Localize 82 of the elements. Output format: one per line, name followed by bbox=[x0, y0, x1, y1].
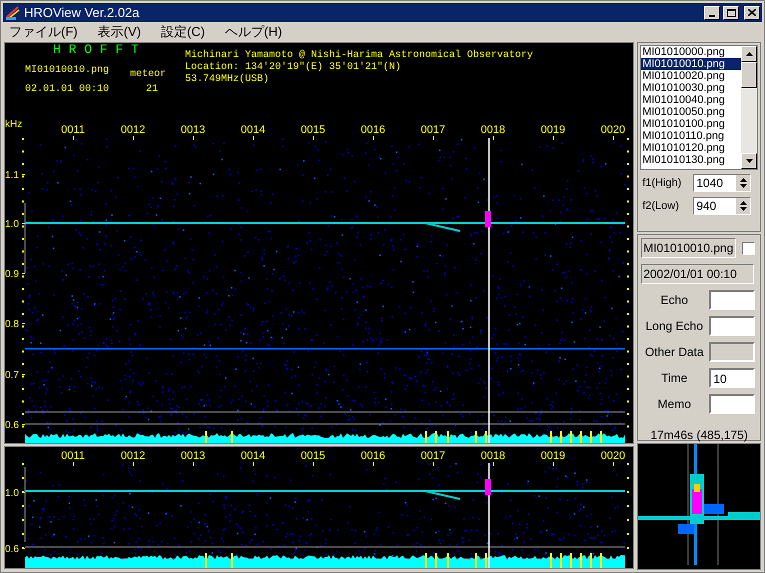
checkbox[interactable] bbox=[742, 242, 756, 254]
menu-item[interactable]: ヘルプ(H) bbox=[221, 22, 286, 42]
frequency-label: 1.0 bbox=[5, 488, 19, 499]
frequency-label: 1.0 bbox=[5, 219, 19, 230]
frequency-label: 0.6 bbox=[5, 420, 19, 431]
file-list-item[interactable]: MI01010020.png bbox=[641, 70, 741, 82]
spin-down-arrow-icon[interactable] bbox=[740, 184, 747, 188]
cursor-readout: 17m46s (485,175) bbox=[649, 427, 749, 444]
location-text: Location: 134'20'19"(E) 35'01'21"(N) bbox=[185, 62, 402, 74]
input-field[interactable] bbox=[709, 316, 756, 336]
time-label: 0020 bbox=[600, 124, 626, 136]
file-list-item[interactable]: MI01010030.png bbox=[641, 82, 741, 94]
time-label: 0013 bbox=[180, 450, 206, 462]
field-label: Other Data bbox=[644, 344, 705, 361]
spin-field[interactable]: 940 bbox=[693, 197, 752, 215]
field-label: f2(Low) bbox=[642, 198, 680, 214]
time-label: 0019 bbox=[540, 450, 566, 462]
time-label: 0014 bbox=[240, 450, 266, 462]
time-label: 0015 bbox=[300, 450, 326, 462]
scrollbar-thumb[interactable] bbox=[741, 62, 757, 88]
input-field[interactable] bbox=[709, 290, 756, 310]
input-field[interactable] bbox=[709, 394, 756, 414]
frequency-label: 0.8 bbox=[5, 319, 19, 330]
file-list-item[interactable]: MI01010120.png bbox=[641, 142, 741, 154]
spin-field[interactable]: 1040 bbox=[693, 174, 752, 192]
close-button[interactable] bbox=[744, 6, 760, 20]
frequency-text: 53.749MHz(USB) bbox=[185, 74, 270, 86]
file-list-item[interactable]: MI01010110.png bbox=[641, 130, 741, 142]
time-label: 0014 bbox=[240, 124, 266, 136]
menu-item[interactable]: 設定(C) bbox=[156, 22, 209, 42]
window-title: HROView Ver.2.02a bbox=[24, 6, 140, 19]
time-label: 0013 bbox=[180, 124, 206, 136]
spin-down-arrow-icon[interactable] bbox=[740, 207, 747, 211]
scroll-down-arrow-icon[interactable] bbox=[746, 159, 752, 163]
file-list-item[interactable]: MI01010050.png bbox=[641, 106, 741, 118]
type-label: meteor bbox=[130, 69, 166, 81]
scroll-up-arrow-icon[interactable] bbox=[746, 52, 752, 56]
frequency-label: 0.6 bbox=[5, 544, 19, 555]
frequency-label: 0.9 bbox=[5, 269, 19, 280]
field-label: Memo bbox=[656, 396, 692, 413]
menu-item[interactable]: ファイル(F) bbox=[5, 22, 82, 42]
file-name-field: MI01010010.png bbox=[641, 238, 736, 258]
time-label: 0016 bbox=[360, 450, 386, 462]
time-label: 0017 bbox=[420, 450, 446, 462]
time-label: 0020 bbox=[600, 450, 626, 462]
input-field[interactable]: 10 bbox=[709, 368, 756, 388]
field-label: Long Echo bbox=[644, 318, 704, 335]
minimize-button[interactable] bbox=[704, 6, 720, 20]
time-label: 0016 bbox=[360, 124, 386, 136]
spin-up-arrow-icon[interactable] bbox=[740, 201, 747, 205]
frequency-label: 1.1 bbox=[5, 170, 19, 181]
field-label: Echo bbox=[660, 292, 689, 309]
time-label: 0015 bbox=[300, 124, 326, 136]
time-label: 0019 bbox=[540, 124, 566, 136]
file-list-item[interactable]: MI01010000.png bbox=[641, 46, 741, 58]
maximize-button[interactable] bbox=[723, 6, 739, 20]
file-list-item[interactable]: MI01010130.png bbox=[641, 154, 741, 166]
app-icon bbox=[5, 4, 21, 20]
time-label: 0017 bbox=[420, 124, 446, 136]
menu-item[interactable]: 表示(V) bbox=[94, 22, 145, 42]
time-label: 0012 bbox=[120, 450, 146, 462]
time-label: 0018 bbox=[480, 450, 506, 462]
observer-text: Michinari Yamamoto @ Nishi-Harima Astronomical Observatory bbox=[185, 50, 534, 62]
time-label: 0011 bbox=[61, 450, 85, 462]
time-label: 0018 bbox=[480, 124, 506, 136]
file-list-item[interactable]: MI01010040.png bbox=[641, 94, 741, 106]
scrollbar[interactable] bbox=[741, 46, 757, 169]
field-label: Time bbox=[660, 370, 688, 387]
unit-label: kHz bbox=[5, 119, 22, 130]
time-label: 0012 bbox=[120, 124, 146, 136]
field-label: f1(High) bbox=[642, 176, 682, 191]
file-name: MI01010010.png bbox=[25, 65, 110, 77]
count-value: 21 bbox=[146, 84, 158, 96]
date-time: 02.01.01 00:10 bbox=[25, 84, 110, 96]
program-name: H R O F F T bbox=[53, 44, 139, 56]
date-time-field: 2002/01/01 00:10 bbox=[641, 264, 754, 284]
spin-up-arrow-icon[interactable] bbox=[740, 178, 747, 182]
frequency-label: 0.7 bbox=[5, 370, 19, 381]
time-label: 0011 bbox=[61, 124, 85, 136]
file-list-item[interactable]: MI01010100.png bbox=[641, 118, 741, 130]
close-icon bbox=[748, 9, 756, 16]
file-list-item[interactable]: MI01010010.png bbox=[641, 58, 741, 70]
